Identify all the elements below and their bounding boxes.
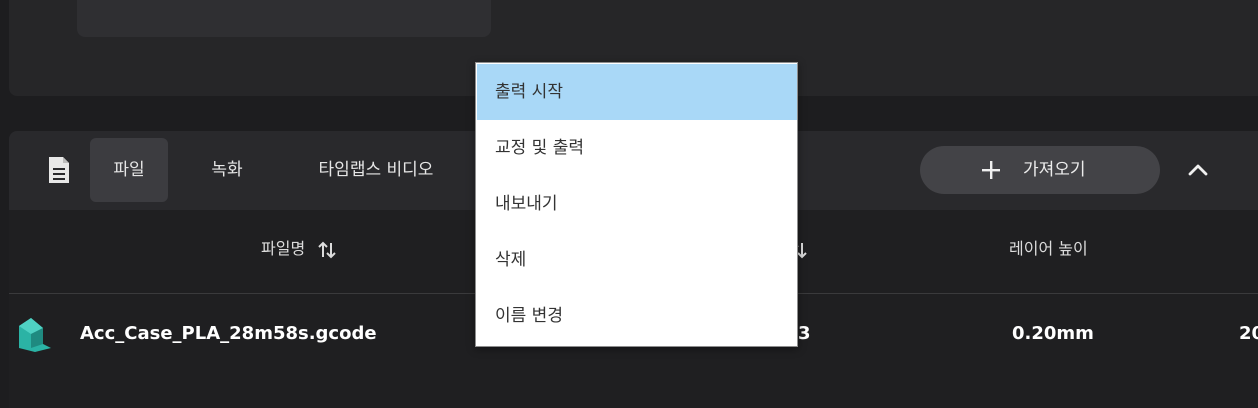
tab-files[interactable]: 파일 [90,138,168,202]
menu-item-calibrate-and-print[interactable]: 교정 및 출력 [477,120,797,176]
column-header-layer-height-label: 레이어 높이 [1009,239,1088,258]
tab-timelapse[interactable]: 타임랩스 비디오 [291,138,461,202]
context-menu: 출력 시작 교정 및 출력 내보내기 삭제 이름 변경 [475,62,798,347]
file-partial-value: 3 [798,323,811,344]
document-icon [49,157,69,183]
tab-recordings[interactable]: 녹화 [191,138,263,202]
file-name: Acc_Case_PLA_28m58s.gcode [80,323,377,344]
column-header-layer-height[interactable]: 레이어 높이 [1009,229,1088,269]
menu-item-export[interactable]: 내보내기 [477,176,797,232]
top-inner-panel [77,0,491,37]
import-button[interactable]: 가져오기 [920,146,1160,194]
chevron-up-icon[interactable] [1185,157,1211,183]
import-button-label: 가져오기 [1023,160,1086,180]
column-header-filename-label: 파일명 [261,239,306,258]
menu-item-rename[interactable]: 이름 변경 [477,288,797,344]
file-layer-height: 0.20mm [1012,323,1094,344]
menu-item-delete[interactable]: 삭제 [477,232,797,288]
column-header-filename[interactable]: 파일명 [261,229,336,269]
plus-icon [982,161,1000,179]
model-file-icon [19,318,51,352]
menu-item-start-print[interactable]: 출력 시작 [477,64,797,120]
file-trailing-value: 20 [1239,323,1258,344]
sort-icon [318,241,336,258]
